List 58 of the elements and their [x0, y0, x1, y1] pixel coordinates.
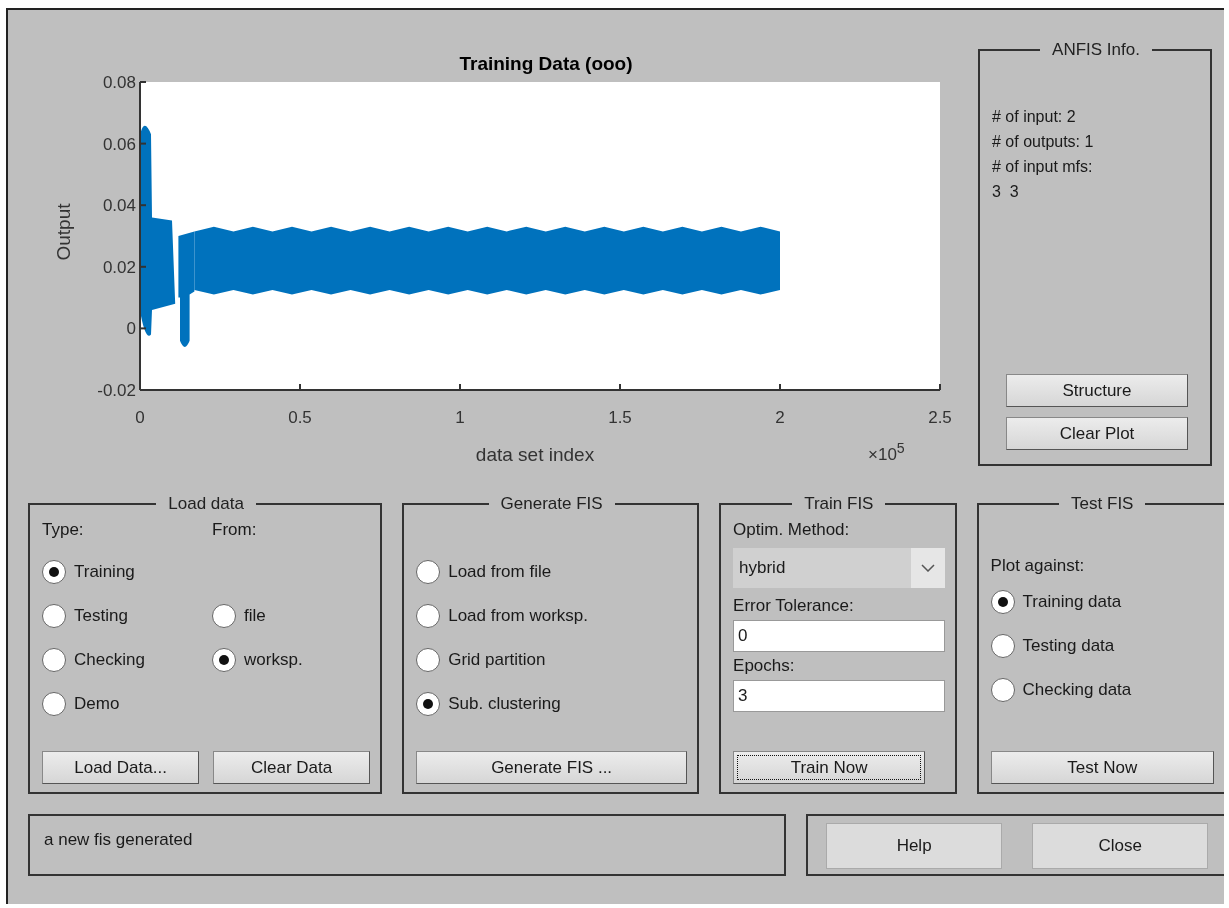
- radio-option[interactable]: Load from worksp.: [416, 594, 688, 638]
- info-text: 3 3: [992, 182, 1020, 202]
- y-axis-label: Output: [53, 203, 74, 261]
- panel-button[interactable]: Structure: [1006, 374, 1188, 407]
- radio-option[interactable]: Demo: [42, 682, 213, 726]
- type-label: Type:: [42, 519, 85, 541]
- radio-option[interactable]: Training data: [990, 580, 1214, 624]
- x-tick-label: 2: [775, 408, 785, 427]
- axis-exponent: ×10$^{5}$: [868, 444, 905, 464]
- x-tick-label: 0.5: [288, 408, 312, 427]
- radio-option[interactable]: Testing: [42, 594, 213, 638]
- info-text: # of input: 2: [992, 107, 1077, 127]
- radio-option[interactable]: Checking data: [990, 668, 1214, 712]
- radio-option[interactable]: Training: [42, 550, 213, 594]
- radio-option[interactable]: Testing data: [990, 624, 1214, 668]
- radio-option[interactable]: file: [212, 594, 371, 638]
- panel-button[interactable]: Load Data...: [42, 751, 200, 784]
- generate-fis-button[interactable]: Generate FIS ...: [416, 751, 688, 784]
- panel-button[interactable]: Clear Plot: [1006, 417, 1188, 450]
- radio-option[interactable]: Checking: [42, 638, 213, 682]
- panel-title: Generate FIS: [499, 494, 604, 514]
- epochs-label: Epochs:: [733, 655, 796, 677]
- radio-option[interactable]: worksp.: [212, 638, 371, 682]
- epochs-field[interactable]: 3: [733, 680, 945, 712]
- plot-against-label: Plot against:: [990, 555, 1086, 577]
- from-label: From:: [212, 519, 258, 541]
- chart-title: Training Data (ooo): [459, 53, 633, 74]
- tolerance-field[interactable]: 0: [733, 620, 945, 652]
- panel-title: ANFIS Info.: [1051, 40, 1141, 60]
- y-tick-label: 0.04: [102, 196, 136, 216]
- x-axis-label: data set index: [475, 444, 595, 465]
- radio-option[interactable]: Grid partition: [416, 638, 688, 682]
- info-text: # of input mfs:: [992, 157, 1094, 177]
- y-tick-label: 0.06: [102, 134, 136, 154]
- radio-option[interactable]: Load from file: [416, 550, 688, 594]
- x-tick-label: 1.5: [608, 408, 632, 427]
- method-label: Optim. Method:: [733, 519, 851, 541]
- y-tick-label: -0.02: [97, 381, 136, 400]
- tolerance-label: Error Tolerance:: [733, 595, 855, 617]
- x-tick-label: 0: [135, 408, 145, 427]
- panel-title: Load data: [167, 494, 245, 514]
- dialog-button[interactable]: Close: [1032, 823, 1209, 869]
- train-now-button[interactable]: Train Now: [733, 751, 926, 784]
- panel-button[interactable]: Clear Data: [213, 751, 371, 784]
- y-tick-label: 0.08: [102, 73, 136, 92]
- chevron-down-icon: [910, 548, 945, 588]
- panel-title: Test FIS: [1070, 494, 1135, 514]
- x-tick-label: 1: [455, 408, 465, 427]
- x-tick-label: 2.5: [928, 408, 952, 427]
- test-now-button[interactable]: Test Now: [990, 751, 1214, 784]
- status-text: a new fis generated: [44, 830, 193, 849]
- dialog-button[interactable]: Help: [826, 823, 1003, 869]
- y-tick-label: 0.02: [102, 257, 136, 277]
- method-dropdown[interactable]: hybrid: [733, 548, 945, 588]
- y-tick-label: 0: [126, 319, 136, 339]
- info-text: # of outputs: 1: [992, 132, 1095, 152]
- radio-option[interactable]: Sub. clustering: [416, 682, 688, 726]
- panel-title: Train FIS: [803, 494, 875, 514]
